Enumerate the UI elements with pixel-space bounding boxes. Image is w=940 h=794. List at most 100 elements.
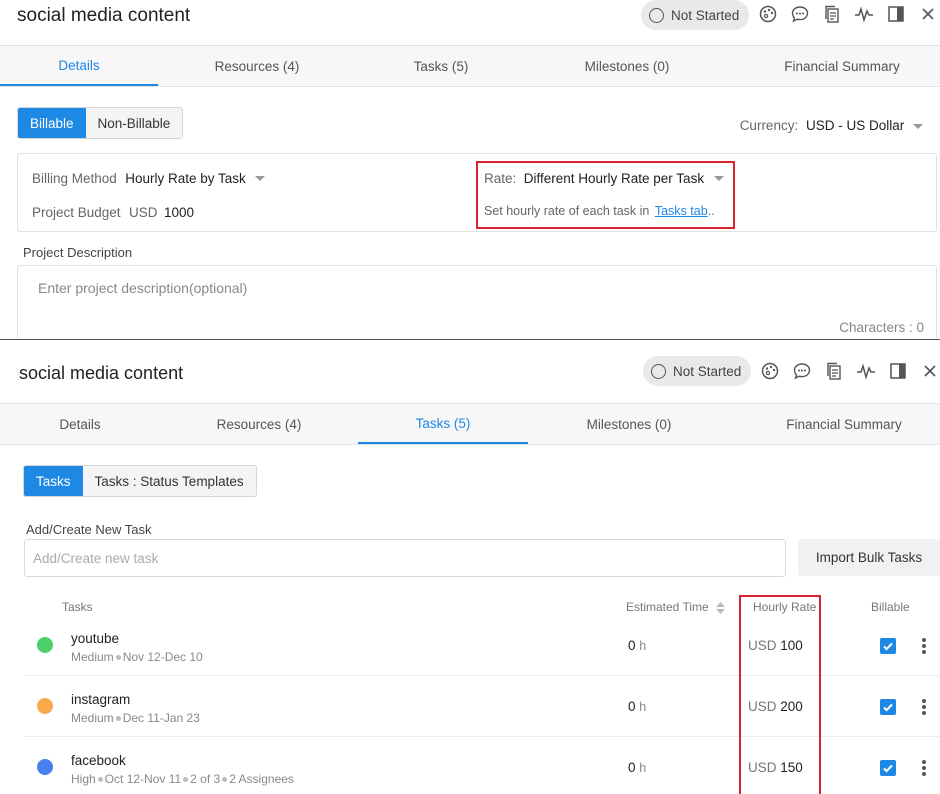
task-status-dot[interactable] bbox=[37, 637, 53, 653]
column-header-estimated-time[interactable]: Estimated Time bbox=[626, 600, 726, 614]
new-task-label: Add/Create New Task bbox=[26, 522, 152, 537]
estimated-time[interactable]: 0 h bbox=[628, 760, 646, 775]
tab-resources[interactable]: Resources (4) bbox=[178, 46, 336, 86]
estimate-value: 0 bbox=[628, 638, 636, 653]
task-name[interactable]: instagram bbox=[71, 692, 130, 707]
description-textarea[interactable]: Enter project description(optional) Char… bbox=[17, 265, 937, 339]
checkmark-icon bbox=[883, 703, 893, 712]
tab-financial-summary[interactable]: Financial Summary bbox=[762, 46, 922, 86]
task-status-dot[interactable] bbox=[37, 698, 53, 714]
task-meta-item: 2 Assignees bbox=[229, 772, 294, 786]
separator-dot bbox=[115, 716, 121, 722]
sort-icon bbox=[716, 601, 726, 614]
status-circle-icon bbox=[649, 7, 664, 23]
project-title: social media content bbox=[19, 363, 184, 383]
estimated-time[interactable]: 0 h bbox=[628, 638, 646, 653]
tab-milestones[interactable]: Milestones (0) bbox=[548, 46, 706, 86]
status-button[interactable]: Not Started bbox=[641, 0, 750, 30]
activity-icon[interactable] bbox=[856, 361, 876, 381]
split-view-icon[interactable] bbox=[888, 361, 908, 381]
billable-checkbox[interactable] bbox=[880, 699, 896, 715]
estimated-time[interactable]: 0 h bbox=[628, 699, 646, 714]
status-label: Not Started bbox=[671, 7, 740, 23]
billable-checkbox[interactable] bbox=[880, 760, 896, 776]
hourly-rate-highlight-box bbox=[739, 595, 821, 794]
budget-currency: USD bbox=[129, 205, 158, 220]
tasks-option[interactable]: Tasks bbox=[24, 466, 83, 496]
tab-tasks[interactable]: Tasks (5) bbox=[358, 404, 528, 444]
tab-bar: Details Resources (4) Tasks (5) Mileston… bbox=[0, 403, 940, 445]
tasks-panel: social media content Not Started Details… bbox=[0, 339, 940, 794]
character-count: Characters : 0 bbox=[839, 320, 924, 335]
currency-value: USD - US Dollar bbox=[805, 118, 905, 133]
description-placeholder: Enter project description(optional) bbox=[38, 280, 248, 296]
more-options-icon[interactable] bbox=[921, 637, 927, 655]
estimate-unit: h bbox=[639, 639, 647, 653]
tab-tasks[interactable]: Tasks (5) bbox=[362, 46, 520, 86]
status-button[interactable]: Not Started bbox=[643, 356, 752, 386]
description-label: Project Description bbox=[23, 245, 133, 260]
task-meta-item: Oct 12-Nov 11 bbox=[104, 772, 182, 786]
estimated-time-label: Estimated Time bbox=[626, 600, 709, 614]
tasks-view-toggle: Tasks Tasks : Status Templates bbox=[23, 465, 257, 497]
comment-icon[interactable] bbox=[792, 361, 812, 381]
details-panel: social media content Not Started Details… bbox=[0, 0, 940, 339]
checkmark-icon bbox=[883, 642, 893, 651]
more-options-icon[interactable] bbox=[921, 759, 927, 777]
tab-resources[interactable]: Resources (4) bbox=[180, 404, 338, 444]
comment-icon[interactable] bbox=[790, 4, 810, 24]
task-meta-item: Medium bbox=[71, 711, 114, 725]
task-status-dot[interactable] bbox=[37, 759, 53, 775]
checkmark-icon bbox=[883, 764, 893, 773]
documents-icon[interactable] bbox=[824, 361, 844, 381]
currency-selector[interactable]: Currency: USD - US Dollar bbox=[740, 118, 923, 133]
estimate-unit: h bbox=[639, 761, 647, 775]
documents-icon[interactable] bbox=[822, 4, 842, 24]
separator-dot bbox=[115, 655, 121, 661]
more-options-icon[interactable] bbox=[921, 698, 927, 716]
split-view-icon[interactable] bbox=[886, 4, 906, 24]
tab-details[interactable]: Details bbox=[0, 46, 158, 86]
separator-dot bbox=[183, 777, 189, 783]
task-meta: High Oct 12-Nov 11 2 of 3 2 Assignees bbox=[71, 772, 294, 786]
billable-option[interactable]: Billable bbox=[18, 108, 86, 138]
column-header-tasks: Tasks bbox=[62, 600, 93, 614]
task-name[interactable]: facebook bbox=[71, 753, 126, 768]
billing-method-field[interactable]: Billing Method Hourly Rate by Task bbox=[32, 170, 266, 188]
non-billable-option[interactable]: Non-Billable bbox=[85, 108, 183, 138]
billable-checkbox[interactable] bbox=[880, 638, 896, 654]
currency-label: Currency: bbox=[739, 118, 799, 133]
status-circle-icon bbox=[651, 363, 666, 379]
rate-highlight-box bbox=[476, 161, 735, 229]
chevron-down-icon bbox=[913, 123, 923, 129]
new-task-placeholder: Add/Create new task bbox=[33, 550, 159, 566]
column-header-billable: Billable bbox=[871, 600, 910, 614]
import-bulk-tasks-button[interactable]: Import Bulk Tasks bbox=[798, 539, 940, 576]
status-label: Not Started bbox=[673, 363, 742, 379]
header: social media content Not Started bbox=[0, 0, 940, 46]
project-budget-field[interactable]: Project Budget USD 1000 bbox=[32, 204, 194, 222]
activity-icon[interactable] bbox=[854, 4, 874, 24]
chevron-down-icon bbox=[255, 176, 266, 182]
new-task-input[interactable]: Add/Create new task bbox=[24, 539, 786, 577]
task-meta-item: High bbox=[71, 772, 96, 786]
header: social media content Not Started bbox=[0, 340, 940, 386]
billing-method-label: Billing Method bbox=[32, 171, 117, 186]
estimate-value: 0 bbox=[628, 699, 636, 714]
task-meta: Medium Nov 12-Dec 10 bbox=[71, 650, 203, 664]
billing-method-value: Hourly Rate by Task bbox=[125, 171, 246, 186]
estimate-value: 0 bbox=[628, 760, 636, 775]
palette-icon[interactable] bbox=[760, 361, 780, 381]
tab-details[interactable]: Details bbox=[0, 404, 160, 444]
close-icon[interactable] bbox=[920, 361, 940, 381]
project-title: social media content bbox=[17, 5, 191, 26]
budget-value: 1000 bbox=[163, 205, 195, 220]
task-name[interactable]: youtube bbox=[71, 631, 119, 646]
status-templates-option[interactable]: Tasks : Status Templates bbox=[82, 466, 256, 496]
close-icon[interactable] bbox=[918, 4, 938, 24]
tab-milestones[interactable]: Milestones (0) bbox=[550, 404, 708, 444]
palette-icon[interactable] bbox=[758, 4, 778, 24]
task-meta-item: Dec 11-Jan 23 bbox=[122, 711, 200, 725]
tab-financial-summary[interactable]: Financial Summary bbox=[764, 404, 924, 444]
estimate-unit: h bbox=[639, 700, 647, 714]
